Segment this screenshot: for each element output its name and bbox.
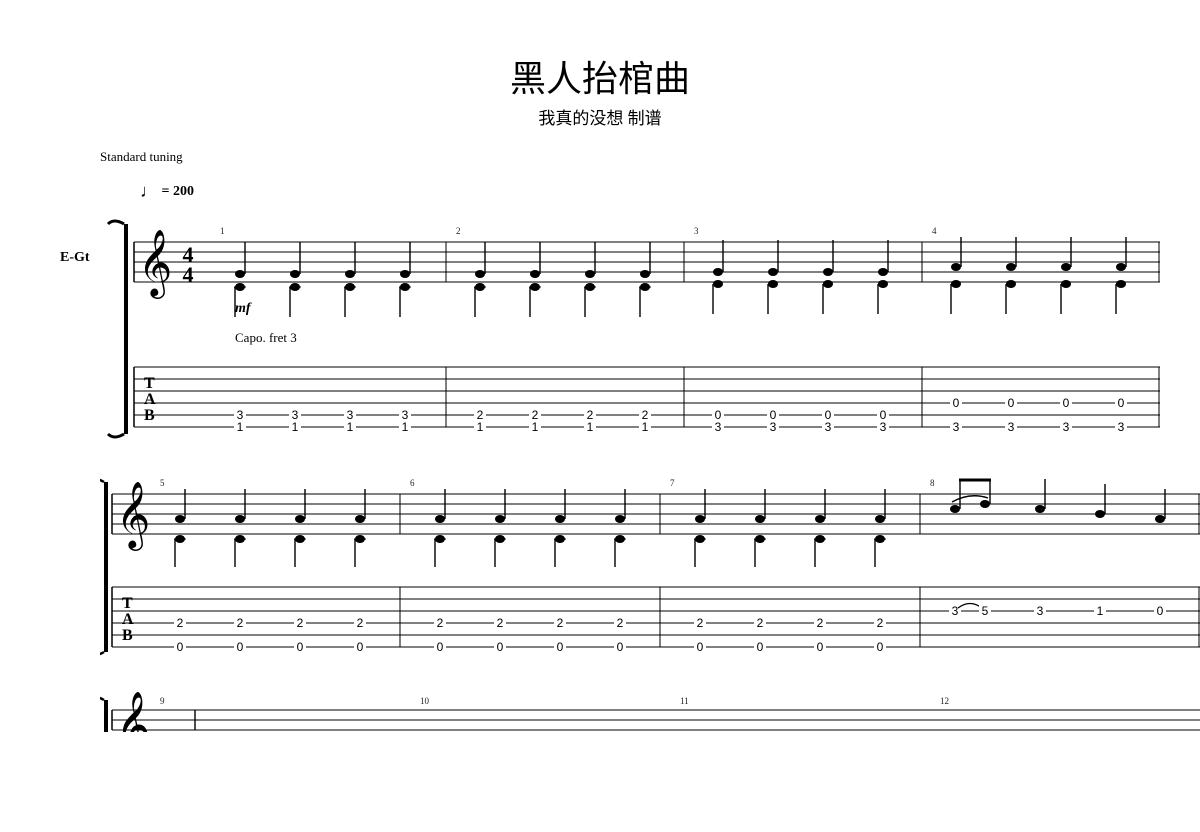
song-subtitle: 我真的没想 制谱 bbox=[60, 104, 1140, 129]
svg-text:8: 8 bbox=[930, 478, 935, 488]
svg-text:0: 0 bbox=[1157, 604, 1164, 618]
instrument-label: E-Gt bbox=[60, 250, 90, 266]
notes-bar-6 bbox=[434, 489, 626, 567]
treble-clef-icon: 𝄞 bbox=[116, 482, 150, 551]
svg-text:3: 3 bbox=[825, 420, 832, 434]
system-1-svg: 𝄞 4 4 1 2 3 4 bbox=[100, 212, 1160, 442]
svg-text:3: 3 bbox=[952, 604, 959, 618]
system-2: 𝄞 5 6 7 8 bbox=[100, 472, 1140, 662]
svg-text:7: 7 bbox=[670, 478, 675, 488]
svg-text:3: 3 bbox=[1008, 420, 1015, 434]
system-3-svg: 𝄞 9 10 11 12 bbox=[100, 692, 1200, 732]
svg-text:0: 0 bbox=[953, 396, 960, 410]
svg-text:3: 3 bbox=[715, 420, 722, 434]
svg-text:5: 5 bbox=[982, 604, 989, 618]
svg-text:11: 11 bbox=[680, 696, 689, 706]
treble-clef-icon: 𝄞 bbox=[138, 230, 172, 299]
svg-text:3: 3 bbox=[1118, 420, 1125, 434]
svg-text:9: 9 bbox=[160, 696, 165, 706]
svg-text:0: 0 bbox=[817, 640, 824, 654]
svg-text:0: 0 bbox=[297, 640, 304, 654]
notes-bar-2 bbox=[474, 242, 651, 317]
svg-text:0: 0 bbox=[177, 640, 184, 654]
tab-letter-t: T bbox=[144, 375, 155, 392]
svg-text:3: 3 bbox=[770, 420, 777, 434]
notes-bar-3 bbox=[713, 240, 888, 314]
svg-text:1: 1 bbox=[532, 420, 539, 434]
svg-text:5: 5 bbox=[160, 478, 165, 488]
system-3: 𝄞 9 10 11 12 bbox=[100, 692, 1140, 732]
notes-bar-5 bbox=[174, 489, 366, 567]
svg-text:1: 1 bbox=[402, 420, 409, 434]
svg-text:2: 2 bbox=[357, 616, 364, 630]
svg-text:12: 12 bbox=[940, 696, 949, 706]
notes-bar-1 bbox=[234, 242, 411, 317]
svg-text:0: 0 bbox=[357, 640, 364, 654]
quarter-note-icon: ♩ bbox=[140, 181, 158, 201]
svg-text:A: A bbox=[122, 611, 134, 628]
svg-text:0: 0 bbox=[617, 640, 624, 654]
svg-text:6: 6 bbox=[410, 478, 415, 488]
svg-text:1: 1 bbox=[642, 420, 649, 434]
svg-text:2: 2 bbox=[877, 616, 884, 630]
tempo-value: 200 bbox=[173, 184, 194, 199]
treble-clef-icon: 𝄞 bbox=[116, 692, 150, 732]
svg-text:2: 2 bbox=[617, 616, 624, 630]
svg-text:2: 2 bbox=[437, 616, 444, 630]
svg-text:3: 3 bbox=[1063, 420, 1070, 434]
tab-letter-a: A bbox=[144, 391, 156, 408]
svg-text:3: 3 bbox=[694, 226, 699, 236]
svg-text:3: 3 bbox=[953, 420, 960, 434]
system-1: E-Gt 𝄞 4 4 bbox=[100, 212, 1140, 442]
svg-text:2: 2 bbox=[456, 226, 461, 236]
svg-text:0: 0 bbox=[1063, 396, 1070, 410]
svg-text:1: 1 bbox=[347, 420, 354, 434]
svg-text:2: 2 bbox=[237, 616, 244, 630]
svg-text:3: 3 bbox=[880, 420, 887, 434]
svg-text:0: 0 bbox=[757, 640, 764, 654]
notes-bar-8 bbox=[950, 479, 1165, 523]
svg-text:1: 1 bbox=[1097, 604, 1104, 618]
svg-text:1: 1 bbox=[220, 226, 225, 236]
system-2-svg: 𝄞 5 6 7 8 bbox=[100, 472, 1200, 662]
svg-text:0: 0 bbox=[557, 640, 564, 654]
svg-text:0: 0 bbox=[877, 640, 884, 654]
svg-text:0: 0 bbox=[497, 640, 504, 654]
svg-text:2: 2 bbox=[557, 616, 564, 630]
svg-text:2: 2 bbox=[817, 616, 824, 630]
svg-text:1: 1 bbox=[292, 420, 299, 434]
svg-text:1: 1 bbox=[477, 420, 484, 434]
svg-text:0: 0 bbox=[1118, 396, 1125, 410]
tuning-label: Standard tuning bbox=[100, 149, 1140, 165]
time-sig-den: 4 bbox=[183, 262, 194, 287]
svg-text:0: 0 bbox=[237, 640, 244, 654]
svg-text:2: 2 bbox=[297, 616, 304, 630]
tempo-marking: ♩ = 200 bbox=[140, 181, 1140, 202]
svg-text:0: 0 bbox=[1008, 396, 1015, 410]
notation-staff bbox=[112, 494, 1200, 534]
svg-text:10: 10 bbox=[420, 696, 430, 706]
svg-text:0: 0 bbox=[437, 640, 444, 654]
capo-label: Capo. fret 3 bbox=[235, 330, 297, 345]
svg-text:3: 3 bbox=[1037, 604, 1044, 618]
svg-text:4: 4 bbox=[932, 226, 937, 236]
svg-text:1: 1 bbox=[587, 420, 594, 434]
svg-text:0: 0 bbox=[697, 640, 704, 654]
svg-text:2: 2 bbox=[697, 616, 704, 630]
tab-letter-b: B bbox=[144, 407, 155, 424]
svg-text:2: 2 bbox=[497, 616, 504, 630]
svg-text:1: 1 bbox=[237, 420, 244, 434]
svg-text:T: T bbox=[122, 595, 133, 612]
svg-text:B: B bbox=[122, 627, 133, 644]
svg-text:2: 2 bbox=[177, 616, 184, 630]
svg-text:2: 2 bbox=[757, 616, 764, 630]
notes-bar-7 bbox=[694, 489, 886, 567]
sheet-music-page: 黑人抬棺曲 我真的没想 制谱 Standard tuning ♩ = 200 E… bbox=[0, 0, 1200, 732]
dynamic-marking: mf bbox=[235, 301, 252, 316]
song-title: 黑人抬棺曲 bbox=[60, 50, 1140, 102]
notes-bar-4 bbox=[951, 237, 1126, 314]
